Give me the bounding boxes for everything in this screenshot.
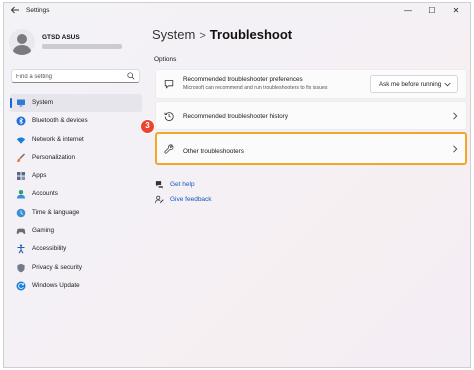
user-profile[interactable]: GTSD ASUS: [9, 28, 149, 58]
sidebar-item-bluetooth[interactable]: Bluetooth & devices: [10, 112, 142, 130]
help-chat-icon: [155, 181, 163, 189]
breadcrumb: System > Troubleshoot: [152, 27, 292, 42]
get-help-label[interactable]: Get help: [170, 181, 195, 188]
wrench-icon: [164, 144, 174, 154]
sidebar-nav: System Bluetooth & devices Network & int…: [10, 94, 142, 295]
settings-window: Settings — ☐ ✕ GTSD ASUS System Bluetoot…: [3, 2, 471, 368]
bluetooth-icon: [16, 116, 26, 126]
dropdown-selected-value: Ask me before running: [379, 81, 442, 88]
recommended-preferences-card: Recommended troubleshooter preferences M…: [155, 69, 467, 99]
feedback-icon: [155, 195, 164, 204]
page-title: Troubleshoot: [209, 27, 293, 42]
sidebar-item-system[interactable]: System: [10, 94, 142, 113]
sidebar-item-time-language[interactable]: Time & language: [10, 204, 142, 222]
sidebar-item-label: Privacy & security: [32, 263, 83, 271]
sidebar-item-label: Accounts: [32, 190, 58, 198]
sidebar-item-label: Time & language: [32, 208, 80, 216]
step-number-badge: 3: [140, 119, 155, 134]
sidebar-item-windows-update[interactable]: Windows Update: [10, 277, 142, 295]
maximize-button[interactable]: ☐: [420, 4, 444, 18]
avatar: [9, 29, 35, 55]
history-icon: [164, 112, 174, 121]
chevron-right-icon: [453, 112, 458, 120]
minimize-button[interactable]: —: [396, 4, 420, 18]
user-name: GTSD ASUS: [42, 34, 80, 41]
troubleshooter-history-card[interactable]: Recommended troubleshooter history: [155, 101, 467, 130]
card-description: Microsoft can recommend and run troubles…: [183, 85, 328, 91]
apps-icon: [17, 172, 25, 181]
sidebar-item-label: Personalization: [32, 153, 76, 161]
give-feedback-label[interactable]: Give feedback: [170, 196, 212, 203]
chat-bubble-icon: [164, 80, 174, 89]
troubleshooter-preference-dropdown[interactable]: Ask me before running: [370, 75, 458, 93]
brush-icon: [16, 153, 25, 162]
system-icon: [17, 99, 25, 107]
sidebar-item-label: Network & internet: [32, 135, 84, 143]
back-arrow-icon: [10, 6, 19, 14]
sidebar-item-label: Apps: [32, 172, 47, 180]
accounts-icon: [17, 190, 25, 199]
sidebar-item-privacy[interactable]: Privacy & security: [10, 259, 142, 277]
title-bar: Settings — ☐ ✕: [4, 3, 470, 20]
other-troubleshooters-card[interactable]: Other troubleshooters: [155, 132, 467, 165]
card-title: Other troubleshooters: [183, 148, 244, 155]
shield-icon: [17, 263, 25, 273]
chevron-right-icon: [453, 145, 458, 153]
sidebar-item-accessibility[interactable]: Accessibility: [10, 240, 142, 258]
sidebar-item-accounts[interactable]: Accounts: [10, 185, 142, 203]
search-icon[interactable]: [127, 72, 135, 80]
sidebar-item-label: Accessibility: [32, 245, 67, 253]
app-title: Settings: [26, 7, 50, 14]
globe-clock-icon: [16, 208, 26, 218]
search-box[interactable]: [11, 69, 140, 83]
card-title: Recommended troubleshooter preferences: [183, 76, 303, 83]
section-label-options: Options: [154, 56, 177, 63]
breadcrumb-parent[interactable]: System: [152, 27, 195, 42]
windows-update-icon: [16, 281, 26, 291]
user-email-redacted: [42, 44, 122, 49]
sidebar-item-label: Windows Update: [32, 281, 80, 289]
sidebar-item-label: Bluetooth & devices: [32, 117, 88, 125]
gamepad-icon: [16, 228, 26, 235]
sidebar-item-personalization[interactable]: Personalization: [10, 149, 142, 167]
sidebar-item-gaming[interactable]: Gaming: [10, 222, 142, 240]
back-button[interactable]: [9, 5, 21, 17]
sidebar-item-apps[interactable]: Apps: [10, 167, 142, 185]
sidebar-item-label: System: [32, 99, 53, 106]
chevron-down-icon: [444, 82, 451, 87]
search-input[interactable]: [16, 71, 126, 82]
breadcrumb-separator: >: [199, 30, 206, 42]
wifi-icon: [16, 136, 26, 144]
close-button[interactable]: ✕: [444, 4, 468, 18]
sidebar-item-label: Gaming: [32, 227, 55, 235]
sidebar-item-network[interactable]: Network & internet: [10, 131, 142, 149]
accessibility-icon: [17, 244, 25, 254]
card-title: Recommended troubleshooter history: [183, 113, 289, 120]
